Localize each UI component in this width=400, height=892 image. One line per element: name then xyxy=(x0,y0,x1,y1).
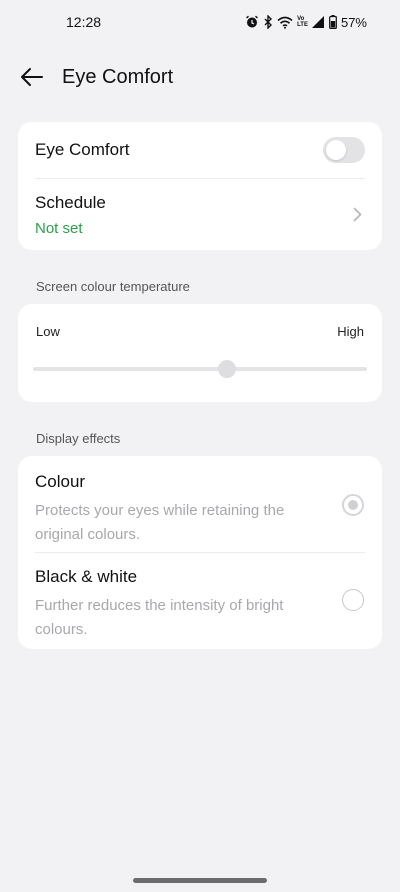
status-bar: 12:28 Vo LTE 57% xyxy=(0,0,400,44)
arrow-left-icon xyxy=(21,68,43,86)
option-title: Colour xyxy=(35,472,86,491)
section-label-temperature: Screen colour temperature xyxy=(36,279,190,294)
option-colour[interactable]: Colour Protects your eyes while retainin… xyxy=(18,472,382,547)
signal-icon xyxy=(311,16,325,28)
chevron-right-icon xyxy=(353,207,362,222)
display-effects-card: Colour Protects your eyes while retainin… xyxy=(18,456,382,649)
back-button[interactable] xyxy=(17,62,47,92)
slider-low-label: Low xyxy=(36,324,60,339)
schedule-label: Schedule xyxy=(35,192,106,212)
app-header: Eye Comfort xyxy=(0,56,400,98)
eye-comfort-toggle[interactable] xyxy=(323,137,365,163)
radio-dot xyxy=(348,500,358,510)
eye-comfort-card: Eye Comfort Schedule Not set xyxy=(18,122,382,250)
eye-comfort-label: Eye Comfort xyxy=(35,140,130,159)
battery-icon xyxy=(329,15,337,29)
alarm-icon xyxy=(245,15,259,29)
section-label-display-effects: Display effects xyxy=(36,431,121,446)
bluetooth-icon xyxy=(263,15,273,29)
option-description: Further reduces the intensity of bright … xyxy=(35,597,284,638)
status-icons: Vo LTE 57% xyxy=(245,15,367,30)
battery-percent: 57% xyxy=(340,14,367,30)
wifi-icon xyxy=(277,16,293,29)
status-time: 12:28 xyxy=(66,14,102,30)
slider-high-label: High xyxy=(337,324,364,339)
slider-labels: Low High xyxy=(36,324,364,339)
schedule-value: Not set xyxy=(35,219,83,237)
volte-icon: Vo LTE xyxy=(297,16,308,28)
page-title: Eye Comfort xyxy=(62,65,174,88)
divider xyxy=(35,552,365,553)
option-title: Black & white xyxy=(35,567,138,586)
home-indicator[interactable] xyxy=(133,878,267,883)
toggle-knob xyxy=(326,140,346,160)
schedule-row[interactable]: Schedule Not set xyxy=(18,179,382,250)
option-description: Protects your eyes while retaining the o… xyxy=(35,502,285,543)
temperature-card: Low High xyxy=(18,304,382,402)
slider-thumb[interactable] xyxy=(217,360,236,378)
temperature-slider[interactable] xyxy=(33,360,367,378)
eye-comfort-row[interactable]: Eye Comfort xyxy=(18,122,382,178)
option-black-white[interactable]: Black & white Further reduces the intens… xyxy=(18,567,382,642)
radio-colour[interactable] xyxy=(342,494,364,516)
radio-black-white[interactable] xyxy=(342,589,364,611)
